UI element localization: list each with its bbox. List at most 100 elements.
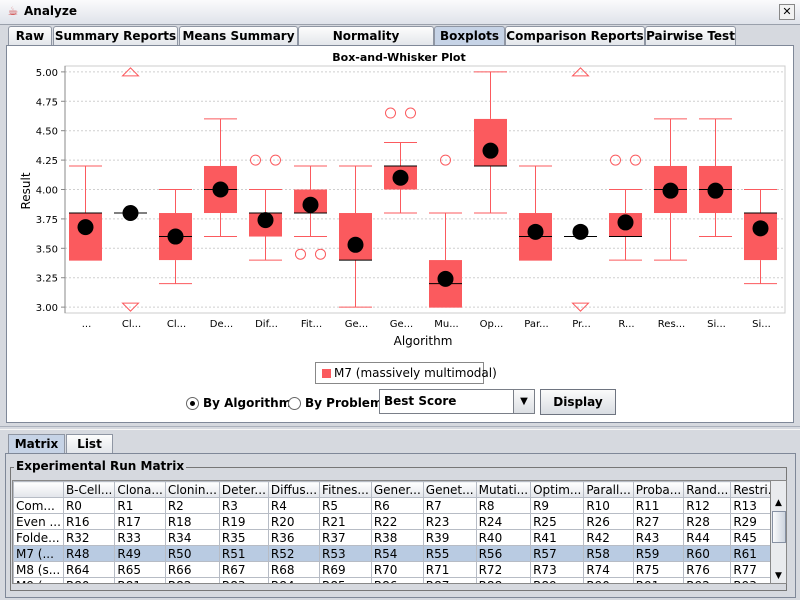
tab-normality-summary[interactable]: Normality Summary bbox=[298, 26, 434, 61]
run-cell[interactable]: R19 bbox=[218, 513, 269, 530]
close-window-button[interactable]: ✕ bbox=[779, 4, 795, 20]
run-cell[interactable]: R10 bbox=[583, 497, 634, 514]
run-cell[interactable]: R40 bbox=[475, 529, 532, 546]
run-cell[interactable]: R82 bbox=[164, 577, 220, 583]
run-cell[interactable]: R43 bbox=[632, 529, 685, 546]
run-cell[interactable]: R93 bbox=[730, 577, 771, 583]
by-problem-label[interactable]: By Problem bbox=[305, 396, 382, 410]
run-cell[interactable]: R3 bbox=[218, 497, 269, 514]
column-header[interactable]: Deter... bbox=[218, 481, 269, 498]
run-cell[interactable]: R6 bbox=[370, 497, 424, 514]
run-cell[interactable]: R29 bbox=[730, 513, 771, 530]
run-cell[interactable]: R1 bbox=[114, 497, 166, 514]
row-header-cell[interactable]: M8 (s... bbox=[13, 561, 64, 578]
run-cell[interactable]: R54 bbox=[370, 545, 424, 562]
run-cell[interactable]: R17 bbox=[114, 513, 166, 530]
column-header[interactable]: Parall... bbox=[583, 481, 634, 498]
column-header[interactable]: Diffus... bbox=[267, 481, 321, 498]
run-cell[interactable]: R70 bbox=[370, 561, 424, 578]
run-cell[interactable]: R87 bbox=[422, 577, 477, 583]
run-cell[interactable]: R90 bbox=[583, 577, 634, 583]
run-cell[interactable]: R25 bbox=[530, 513, 585, 530]
run-cell[interactable]: R45 bbox=[730, 529, 771, 546]
run-cell[interactable]: R69 bbox=[319, 561, 372, 578]
run-cell[interactable]: R9 bbox=[530, 497, 585, 514]
run-cell[interactable]: R49 bbox=[114, 545, 166, 562]
run-cell[interactable]: R4 bbox=[267, 497, 321, 514]
run-cell[interactable]: R36 bbox=[267, 529, 321, 546]
run-cell[interactable]: R21 bbox=[319, 513, 372, 530]
column-header[interactable] bbox=[13, 481, 64, 498]
tab-summary-reports[interactable]: Summary Reports bbox=[53, 26, 178, 45]
run-cell[interactable]: R12 bbox=[683, 497, 732, 514]
column-header[interactable]: Gener... bbox=[370, 481, 424, 498]
run-cell[interactable]: R67 bbox=[218, 561, 269, 578]
run-cell[interactable]: R11 bbox=[632, 497, 685, 514]
tab-matrix[interactable]: Matrix bbox=[8, 434, 65, 453]
run-cell[interactable]: R60 bbox=[683, 545, 732, 562]
run-cell[interactable]: R0 bbox=[62, 497, 116, 514]
run-cell[interactable]: R61 bbox=[730, 545, 771, 562]
run-cell[interactable]: R75 bbox=[632, 561, 685, 578]
run-cell[interactable]: R33 bbox=[114, 529, 166, 546]
run-cell[interactable]: R84 bbox=[267, 577, 321, 583]
row-header-cell[interactable]: Even ... bbox=[13, 513, 64, 530]
run-cell[interactable]: R44 bbox=[683, 529, 732, 546]
column-header[interactable]: Mutati... bbox=[475, 481, 532, 498]
run-cell[interactable]: R88 bbox=[475, 577, 532, 583]
run-cell[interactable]: R48 bbox=[62, 545, 116, 562]
run-cell[interactable]: R65 bbox=[114, 561, 166, 578]
run-cell[interactable]: R16 bbox=[62, 513, 116, 530]
column-header[interactable]: B-Cell... bbox=[62, 481, 116, 498]
run-cell[interactable]: R89 bbox=[530, 577, 585, 583]
run-cell[interactable]: R2 bbox=[164, 497, 220, 514]
run-cell[interactable]: R22 bbox=[370, 513, 424, 530]
run-cell[interactable]: R59 bbox=[632, 545, 685, 562]
run-cell[interactable]: R24 bbox=[475, 513, 532, 530]
matrix-vertical-scrollbar[interactable]: ▲ ▼ bbox=[770, 480, 787, 584]
metric-select[interactable]: Best Score ▼ bbox=[379, 389, 535, 414]
run-cell[interactable]: R85 bbox=[319, 577, 372, 583]
tab-list[interactable]: List bbox=[66, 434, 113, 453]
row-header-cell[interactable]: Com... bbox=[13, 497, 64, 514]
run-cell[interactable]: R27 bbox=[632, 513, 685, 530]
run-cell[interactable]: R71 bbox=[422, 561, 477, 578]
splitter[interactable] bbox=[0, 426, 800, 430]
row-header-cell[interactable]: Folde... bbox=[13, 529, 64, 546]
table-row[interactable]: Folde... R32 R33 R34 R35 R36 R37 R38 R39 R40 R41 R4… bbox=[13, 529, 771, 546]
column-header[interactable]: Genet... bbox=[422, 481, 477, 498]
run-cell[interactable]: R77 bbox=[730, 561, 771, 578]
run-cell[interactable]: R32 bbox=[62, 529, 116, 546]
run-cell[interactable]: R18 bbox=[164, 513, 220, 530]
display-button[interactable]: Display bbox=[540, 389, 616, 415]
tab-means-summary[interactable]: Means Summary bbox=[179, 26, 298, 45]
table-row[interactable]: Com...R0R1R2R3R4R5R6R7R8R9R10R11R12R13R1… bbox=[13, 497, 771, 514]
run-cell[interactable]: R50 bbox=[164, 545, 220, 562]
run-cell[interactable]: R34 bbox=[164, 529, 220, 546]
run-cell[interactable]: R83 bbox=[218, 577, 269, 583]
column-header[interactable]: Rand... bbox=[683, 481, 732, 498]
run-cell[interactable]: R92 bbox=[683, 577, 732, 583]
table-row[interactable]: M8 (s... R64 R65 R66 R67 R68 R69 R70 R71 R72 R73 R7… bbox=[13, 561, 771, 578]
run-cell[interactable]: R68 bbox=[267, 561, 321, 578]
scroll-down-icon[interactable]: ▼ bbox=[771, 569, 786, 583]
table-row[interactable]: M7 (... R48 R49 R50 R51 R52 R53 R54 R55 R56 R57 R58… bbox=[13, 545, 771, 562]
tab-pairwise-test[interactable]: Pairwise Test bbox=[645, 26, 736, 45]
run-cell[interactable]: R41 bbox=[530, 529, 585, 546]
column-header[interactable]: Restri... bbox=[730, 481, 771, 498]
run-cell[interactable]: R8 bbox=[475, 497, 532, 514]
column-header[interactable]: Clona... bbox=[114, 481, 166, 498]
run-cell[interactable]: R57 bbox=[530, 545, 585, 562]
run-cell[interactable]: R58 bbox=[583, 545, 634, 562]
run-cell[interactable]: R23 bbox=[422, 513, 477, 530]
tab-comparison-reports[interactable]: Comparison Reports bbox=[505, 26, 645, 45]
run-cell[interactable]: R64 bbox=[62, 561, 116, 578]
run-cell[interactable]: R66 bbox=[164, 561, 220, 578]
chevron-down-icon[interactable]: ▼ bbox=[513, 390, 534, 413]
table-row[interactable]: Even ... R16 R17 R18 R19 R20 R21 R22 R23 R24 R25 R2… bbox=[13, 513, 771, 530]
column-header[interactable]: Proba... bbox=[632, 481, 685, 498]
tab-boxplots[interactable]: Boxplots bbox=[434, 26, 505, 45]
run-cell[interactable]: R52 bbox=[267, 545, 321, 562]
tab-raw[interactable]: Raw bbox=[8, 26, 52, 45]
run-cell[interactable]: R28 bbox=[683, 513, 732, 530]
